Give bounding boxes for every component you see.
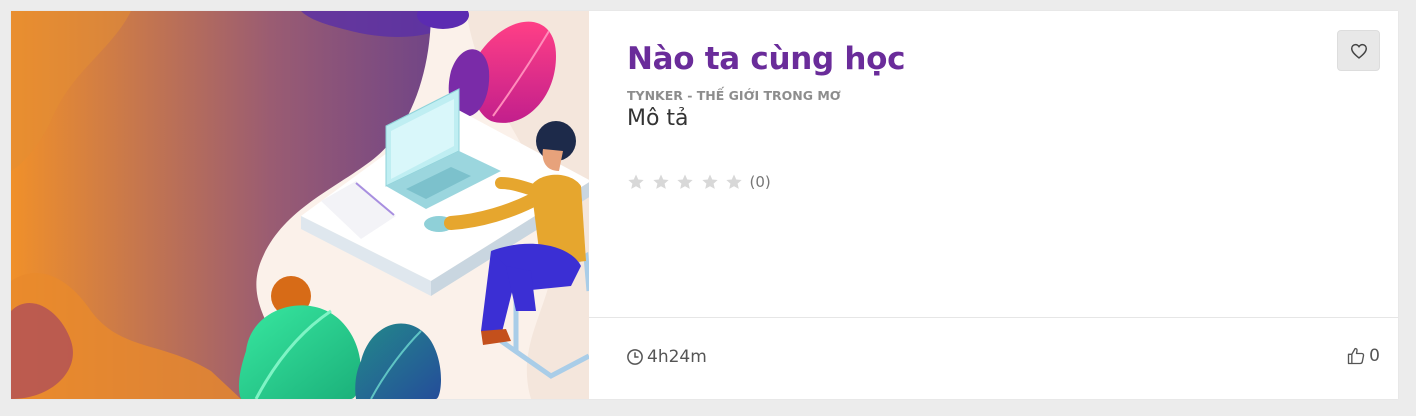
star-icon xyxy=(628,174,644,189)
star-icon xyxy=(701,174,718,189)
course-author[interactable]: TYNKER - THẾ GIỚI TRONG MƠ xyxy=(627,88,841,103)
thumbs-up-icon xyxy=(1348,347,1365,365)
course-illustration xyxy=(11,11,589,399)
course-info: Nào ta cùng học TYNKER - THẾ GIỚI TRONG … xyxy=(589,11,1398,317)
course-duration: 4h24m xyxy=(626,347,707,367)
course-description: Mô tả xyxy=(627,106,689,131)
star-icon xyxy=(726,174,742,189)
course-title[interactable]: Nào ta cùng học xyxy=(627,41,906,77)
clock-icon xyxy=(627,349,643,365)
course-thumbnail[interactable] xyxy=(11,11,589,399)
course-card[interactable]: Nào ta cùng học TYNKER - THẾ GIỚI TRONG … xyxy=(11,11,1398,399)
star-icon xyxy=(652,174,669,189)
rating-count: (0) xyxy=(749,173,771,191)
likes-count: 0 xyxy=(1369,346,1380,366)
duration-value: 4h24m xyxy=(647,347,707,367)
wishlist-button[interactable] xyxy=(1337,30,1380,71)
rating: (0) xyxy=(627,173,771,191)
heart-icon xyxy=(1350,43,1367,59)
like-button[interactable]: 0 xyxy=(1346,346,1380,366)
course-footer: 4h24m 0 xyxy=(589,317,1398,399)
star-icon xyxy=(677,174,693,189)
